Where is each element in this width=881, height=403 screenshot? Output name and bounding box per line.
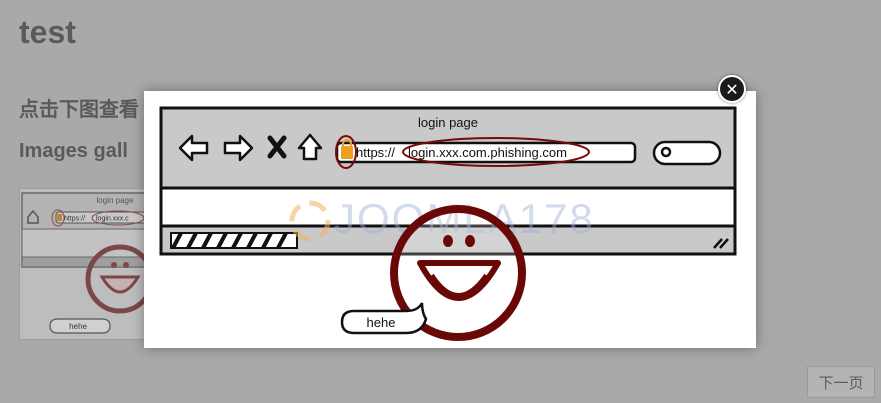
thumb-status-bar (21, 256, 149, 268)
sketch-search-box (652, 140, 722, 166)
login-page-sketch: login page https:// login.xxx.com.phishi… (159, 106, 737, 341)
page-title: test (19, 14, 76, 50)
close-button[interactable]: ✕ (718, 75, 746, 103)
sketch-window-title: login page (418, 115, 478, 130)
click-to-view-heading: 点击下图查看 (19, 99, 139, 121)
thumb-smiley-mouth (99, 275, 141, 294)
speech-bubble-text: hehe (367, 315, 396, 330)
thumb-url-domain: login.xxx.c (96, 216, 129, 223)
smiley-right-eye (465, 235, 475, 247)
thumb-smiley-eye (111, 262, 117, 268)
thumb-content-area (21, 228, 149, 258)
smiley-left-eye (443, 235, 453, 247)
lightbox-modal: login page https:// login.xxx.com.phishi… (144, 91, 756, 348)
next-page-button[interactable]: 下一页 (807, 366, 875, 398)
close-icon: ✕ (725, 79, 739, 99)
sketch-url-prefix: https:// (356, 145, 395, 160)
sketch-url-domain: login.xxx.com.phishing.com (408, 145, 567, 160)
thumb-speech-text: hehe (69, 322, 87, 331)
thumbnail-sketch: login page https:// login.xxx.c hehe (21, 192, 150, 334)
thumb-lock-icon (57, 214, 62, 221)
gallery-thumbnail[interactable]: login page https:// login.xxx.c hehe (19, 188, 151, 340)
thumb-smiley-eye (123, 262, 129, 268)
thumb-url-prefix: https:// (64, 216, 85, 223)
thumb-window-title: login page (97, 196, 134, 205)
images-gallery-heading: Images gall (19, 140, 128, 162)
lock-icon (341, 146, 353, 159)
